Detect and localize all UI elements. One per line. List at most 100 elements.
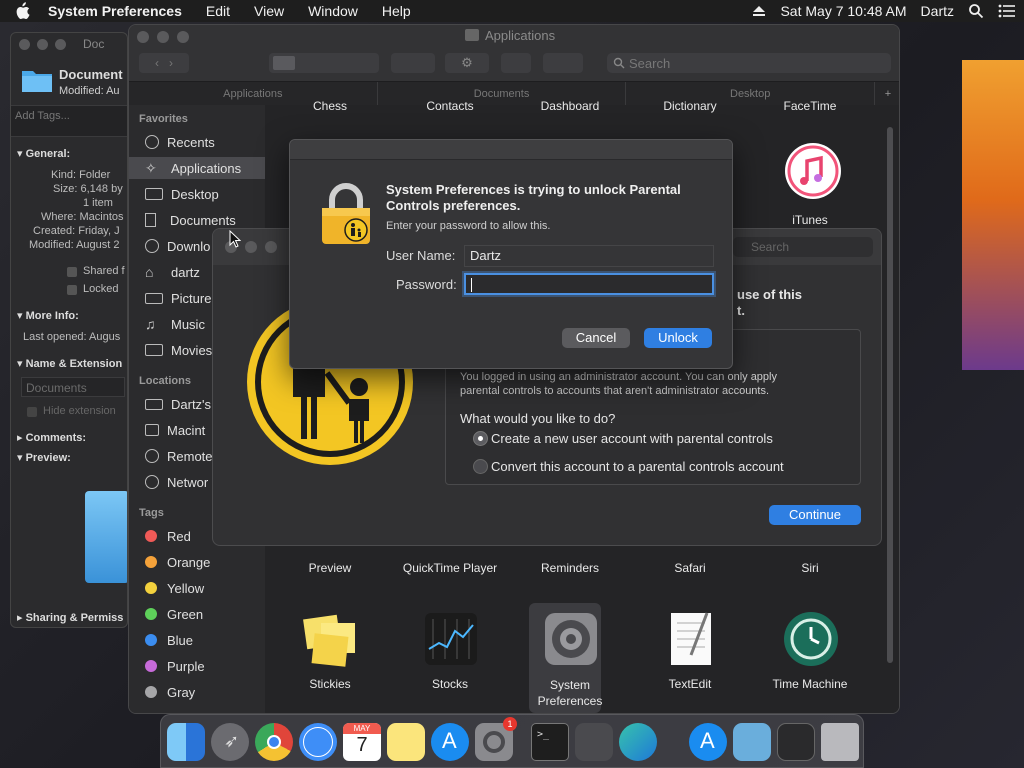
dock-edge-icon[interactable] — [619, 723, 657, 761]
dock-notes-icon[interactable] — [387, 723, 425, 761]
textedit-icon[interactable] — [661, 609, 721, 669]
name-field[interactable]: Documents — [21, 377, 125, 397]
group-button[interactable] — [391, 53, 435, 73]
general-section-toggle[interactable]: ▾ General: — [17, 147, 70, 160]
itunes-icon[interactable] — [783, 141, 843, 201]
minimize-button[interactable] — [245, 241, 257, 253]
app-label-time-machine[interactable]: Time Machine — [755, 677, 865, 691]
back-forward-buttons[interactable]: ‹ › — [139, 53, 189, 73]
sharing-toggle[interactable]: ▸ Sharing & Permiss — [17, 611, 123, 624]
zoom-button[interactable] — [177, 31, 189, 43]
dock-terminal-icon[interactable]: >_ — [531, 723, 569, 761]
dock-app-store-icon[interactable]: A — [431, 723, 469, 761]
menu-edit[interactable]: Edit — [194, 3, 242, 19]
close-button[interactable] — [137, 31, 149, 43]
dock-automator-icon[interactable] — [575, 723, 613, 761]
radio-convert-account[interactable] — [473, 459, 488, 474]
menu-app-name[interactable]: System Preferences — [36, 3, 194, 19]
app-label-textedit[interactable]: TextEdit — [635, 677, 745, 691]
dock-launchpad-icon[interactable]: ➶ — [211, 723, 249, 761]
sidebar-tag-purple[interactable]: Purple — [129, 655, 265, 677]
app-label-dashboard[interactable]: Dashboard — [515, 99, 625, 113]
option-convert-label[interactable]: Convert this account to a parental contr… — [491, 459, 784, 474]
app-label-stocks[interactable]: Stocks — [395, 677, 505, 691]
tag-color-dot — [145, 686, 157, 698]
hide-extension-checkbox[interactable] — [27, 407, 37, 417]
preferences-search-field[interactable]: Search — [733, 237, 873, 257]
menu-window[interactable]: Window — [296, 3, 370, 19]
app-label-siri[interactable]: Siri — [755, 561, 865, 575]
action-button[interactable]: ⚙ — [445, 53, 489, 73]
cancel-button[interactable]: Cancel — [562, 328, 630, 348]
app-label-contacts[interactable]: Contacts — [395, 99, 505, 113]
app-label-itunes[interactable]: iTunes — [755, 213, 865, 227]
shared-checkbox[interactable] — [67, 267, 77, 277]
sidebar-tag-orange[interactable]: Orange — [129, 551, 265, 573]
menu-view[interactable]: View — [242, 3, 296, 19]
tag-button[interactable] — [543, 53, 583, 73]
dock-app-store-folder-icon[interactable]: A — [689, 723, 727, 761]
app-label-facetime[interactable]: FaceTime — [755, 99, 865, 113]
scrollbar[interactable] — [887, 127, 893, 663]
dock-calendar-icon[interactable]: MAY 7 — [343, 723, 381, 761]
zoom-button[interactable] — [265, 241, 277, 253]
username-field[interactable]: Dartz — [464, 245, 714, 267]
dock-folder-icon[interactable] — [733, 723, 771, 761]
locked-checkbox[interactable] — [67, 285, 77, 295]
tags-field[interactable]: Add Tags... — [11, 105, 127, 137]
sidebar-tag-gray[interactable]: Gray — [129, 681, 265, 703]
stickies-icon[interactable] — [301, 609, 361, 669]
app-label-reminders[interactable]: Reminders — [515, 561, 625, 575]
search-field[interactable]: Search — [607, 53, 891, 73]
time-machine-icon[interactable] — [781, 609, 841, 669]
radio-create-account[interactable] — [473, 431, 488, 446]
dock-chrome-icon[interactable] — [255, 723, 293, 761]
dock-safari-icon[interactable] — [299, 723, 337, 761]
minimize-button[interactable] — [157, 31, 169, 43]
menu-clock[interactable]: Sat May 7 10:48 AM — [780, 3, 906, 19]
app-label-system-preferences[interactable]: System Preferences — [515, 677, 625, 709]
spotlight-search-icon[interactable] — [968, 3, 984, 19]
sidebar-item-label: dartz — [171, 264, 200, 280]
icon-view-button[interactable] — [273, 56, 295, 70]
dock-finder-icon[interactable] — [167, 723, 205, 761]
menu-help[interactable]: Help — [370, 3, 423, 19]
sidebar-item-recents[interactable]: Recents — [129, 131, 265, 153]
app-label-safari[interactable]: Safari — [635, 561, 745, 575]
stocks-icon[interactable] — [421, 609, 481, 669]
app-label-stickies[interactable]: Stickies — [275, 677, 385, 691]
comments-toggle[interactable]: ▸ Comments: — [17, 431, 86, 444]
option-create-label[interactable]: Create a new user account with parental … — [491, 431, 773, 446]
sidebar-tag-yellow[interactable]: Yellow — [129, 577, 265, 599]
zoom-button[interactable] — [55, 39, 66, 50]
apple-icon[interactable] — [14, 2, 30, 20]
continue-button[interactable]: Continue — [769, 505, 861, 525]
sidebar-item-desktop[interactable]: Desktop — [129, 183, 265, 205]
share-button[interactable] — [501, 53, 531, 73]
unlock-button[interactable]: Unlock — [644, 328, 712, 348]
control-menu-icon[interactable] — [998, 4, 1016, 18]
menu-user[interactable]: Dartz — [921, 3, 954, 19]
app-label-dictionary[interactable]: Dictionary — [635, 99, 745, 113]
app-label-chess[interactable]: Chess — [275, 99, 385, 113]
name-extension-toggle[interactable]: ▾ Name & Extension — [17, 357, 122, 370]
dock-system-preferences-icon[interactable]: 1 — [475, 717, 517, 761]
dock-trash-icon[interactable] — [821, 723, 859, 761]
app-label-quicktime[interactable]: QuickTime Player — [395, 561, 505, 575]
minimize-button[interactable] — [37, 39, 48, 50]
search-icon — [613, 57, 625, 69]
more-info-toggle[interactable]: ▾ More Info: — [17, 309, 79, 322]
sidebar-tag-green[interactable]: Green — [129, 603, 265, 625]
dock-screen-icon[interactable] — [777, 723, 815, 761]
sidebar-item-applications[interactable]: ✧ Applications — [129, 157, 265, 179]
system-preferences-icon[interactable] — [541, 609, 601, 669]
new-tab-button[interactable]: + — [875, 82, 899, 105]
sidebar-tag-blue[interactable]: Blue — [129, 629, 265, 651]
close-button[interactable] — [19, 39, 30, 50]
app-label-preview[interactable]: Preview — [275, 561, 385, 575]
applications-icon: ✧ — [145, 160, 157, 176]
password-field[interactable] — [464, 273, 714, 295]
view-mode-control[interactable] — [269, 53, 379, 73]
eject-icon[interactable] — [752, 5, 766, 17]
preview-toggle[interactable]: ▾ Preview: — [17, 451, 71, 464]
